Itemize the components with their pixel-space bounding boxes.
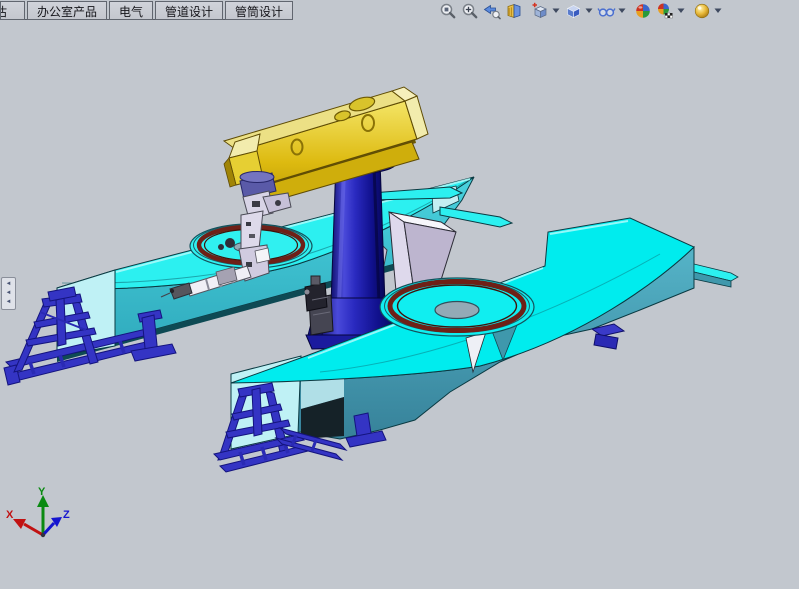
wrist-knob (225, 238, 235, 248)
apply-scene-dropdown-caret[interactable] (676, 1, 685, 21)
y-axis-label: Y (38, 486, 46, 498)
flyout-arrow-icon: ◄ (6, 298, 12, 307)
x-axis-label: X (6, 509, 14, 521)
edit-appearance-icon[interactable] (633, 1, 653, 21)
tab-electrical[interactable]: 电气 (109, 1, 153, 20)
zoom-to-fit-icon[interactable] (438, 1, 458, 21)
flyout-arrow-icon: ◄ (6, 289, 12, 298)
zoom-to-area-icon[interactable] (460, 1, 480, 21)
right-turntable-center-hole (435, 302, 479, 319)
hide-show-items-icon[interactable] (596, 1, 616, 21)
tab-label: 管道设计 (165, 3, 213, 20)
tab-office-products[interactable]: 办公室产品 (27, 1, 107, 20)
tab-piping-design[interactable]: 管道设计 (155, 1, 223, 20)
tab-label: 管筒设计 (235, 3, 283, 20)
tab-label: 电气 (119, 3, 143, 20)
heads-up-view-toolbar (437, 0, 724, 22)
view-orientation-icon[interactable] (530, 1, 550, 21)
tab-tubing-design[interactable]: 管筒设计 (225, 1, 293, 20)
view-orientation-dropdown-caret[interactable] (551, 1, 560, 21)
right-girder-far-bracket[interactable] (592, 324, 624, 349)
display-style-icon[interactable] (563, 1, 583, 21)
apply-scene-icon[interactable] (655, 1, 675, 21)
tab-label: 办公室产品 (37, 3, 97, 20)
flyout-arrow-icon: ◄ (6, 280, 12, 289)
solidworks-window: { "app": { "background_color": "#c2c7ce"… (0, 0, 799, 589)
z-axis-label: Z (63, 509, 70, 521)
hide-show-items-dropdown-caret[interactable] (617, 1, 626, 21)
display-style-dropdown-caret[interactable] (584, 1, 593, 21)
tab-partial-evaluate[interactable]: 估 (0, 1, 25, 20)
view-settings-dropdown-caret[interactable] (713, 1, 722, 21)
previous-view-icon[interactable] (482, 1, 502, 21)
feature-panel-flyout-button[interactable]: ◄ ◄ ◄ (1, 277, 16, 310)
wrist-link-2 (241, 211, 263, 251)
tab-partial-label: 估 (0, 3, 7, 20)
robot-arm[interactable] (224, 87, 428, 204)
view-settings-icon[interactable] (692, 1, 712, 21)
command-tabs: 估 办公室产品 电气 管道设计 管筒设计 (0, 1, 293, 20)
graphics-viewport[interactable]: X Y Z (0, 0, 799, 589)
right-turntable[interactable] (380, 278, 534, 336)
section-view-icon[interactable] (504, 1, 524, 21)
reference-triad: X Y Z (6, 486, 70, 537)
